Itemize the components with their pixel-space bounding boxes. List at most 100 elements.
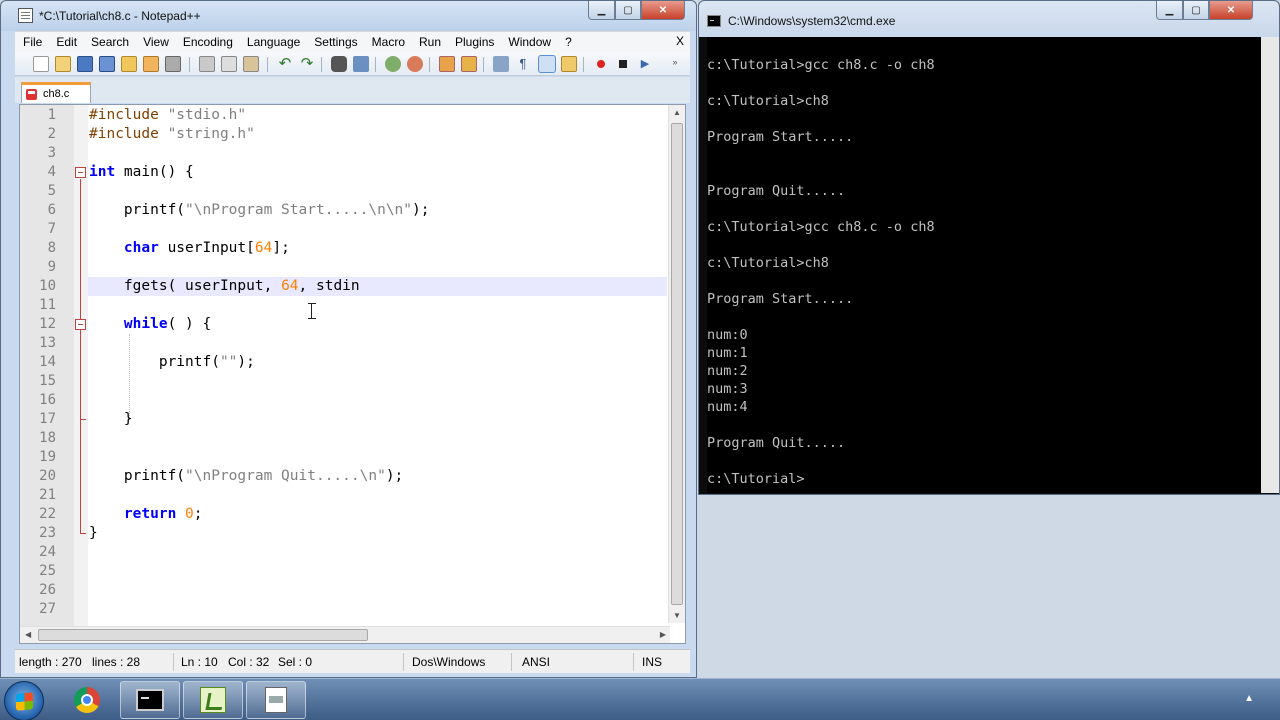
scroll-left-icon[interactable]: ◀	[25, 630, 31, 639]
zoom-in-icon[interactable]	[385, 56, 401, 72]
undo-icon[interactable]: ↶	[277, 56, 293, 72]
vertical-scroll-thumb[interactable]	[671, 123, 683, 605]
print-icon[interactable]	[165, 56, 181, 72]
status-divider	[511, 653, 512, 671]
fold-toggle-while[interactable]	[75, 319, 86, 330]
menu-search[interactable]: Search	[83, 35, 135, 49]
horizontal-scrollbar[interactable]: ◀ ▶	[20, 626, 670, 643]
minimize-button[interactable]: ▁	[588, 1, 615, 20]
line-number: 5	[47, 183, 56, 199]
tab-ch8c[interactable]: ch8.c	[21, 82, 91, 103]
zoom-out-icon[interactable]	[407, 56, 423, 72]
status-eol: Dos\Windows	[412, 655, 486, 669]
text-cursor-icon	[308, 303, 316, 319]
fold-end	[80, 419, 86, 420]
close-button[interactable]: ✕	[641, 1, 685, 20]
record-macro-icon[interactable]	[593, 56, 609, 72]
console-prompt: c:\Tutorial>	[707, 471, 805, 487]
taskbar-cmd[interactable]	[120, 681, 180, 719]
sync-vertical-icon[interactable]	[439, 56, 455, 72]
npp-titlebar[interactable]: *C:\Tutorial\ch8.c - Notepad++ ▁ ▢ ✕	[1, 1, 696, 31]
cut-icon[interactable]	[199, 56, 215, 72]
paste-icon[interactable]	[243, 56, 259, 72]
menu-edit[interactable]: Edit	[48, 35, 83, 49]
sync-horizontal-icon[interactable]	[461, 56, 477, 72]
status-encoding: ANSI	[522, 655, 551, 669]
scroll-up-icon[interactable]: ▲	[673, 108, 681, 117]
menu-view[interactable]: View	[135, 35, 175, 49]
document-icon	[265, 687, 287, 713]
cmd-scrollbar[interactable]	[1261, 37, 1279, 493]
console-line: c:\Tutorial>ch8	[707, 255, 829, 271]
fold-margin	[74, 105, 88, 643]
toolbar-overflow-icon[interactable]: »	[667, 56, 683, 72]
console-output[interactable]: c:\Tutorial>gcc ch8.c -o ch8 c:\Tutorial…	[707, 37, 1263, 493]
cmd-maximize-button[interactable]: ▢	[1183, 1, 1209, 20]
vertical-scrollbar[interactable]: ▲ ▼	[668, 105, 685, 623]
line-number: 27	[39, 601, 56, 617]
indent-guide-icon[interactable]	[538, 55, 556, 73]
fold-line	[80, 179, 81, 533]
menu-settings[interactable]: Settings	[306, 35, 363, 49]
play-macro-icon[interactable]: ▶	[637, 56, 653, 72]
horizontal-scroll-thumb[interactable]	[38, 629, 368, 641]
cmd-minimize-button[interactable]: ▁	[1156, 1, 1183, 20]
scroll-down-icon[interactable]: ▼	[673, 611, 681, 620]
show-all-characters-icon[interactable]: ¶	[515, 56, 531, 72]
menu-language[interactable]: Language	[239, 35, 306, 49]
menu-run[interactable]: Run	[411, 35, 447, 49]
menu-encoding[interactable]: Encoding	[175, 35, 239, 49]
new-file-icon[interactable]	[33, 56, 49, 72]
start-button[interactable]	[4, 681, 44, 720]
menu-macro[interactable]: Macro	[364, 35, 411, 49]
line-number: 11	[39, 297, 56, 313]
redo-icon[interactable]: ↷	[299, 56, 315, 72]
close-all-icon[interactable]	[143, 56, 159, 72]
open-file-icon[interactable]	[55, 56, 71, 72]
line-number: 23	[39, 525, 56, 541]
line-number: 22	[39, 506, 56, 522]
statusbar: length : 270 lines : 28 Ln : 10 Col : 32…	[15, 649, 690, 673]
menu-plugins[interactable]: Plugins	[447, 35, 500, 49]
taskbar-notepadpp[interactable]	[183, 681, 243, 719]
notepadpp-window: *C:\Tutorial\ch8.c - Notepad++ ▁ ▢ ✕ Fil…	[0, 0, 697, 678]
maximize-button[interactable]: ▢	[615, 1, 641, 20]
line-number: 19	[39, 449, 56, 465]
fold-toggle-main[interactable]	[75, 167, 86, 178]
show-hidden-icons-icon[interactable]: ▲	[1244, 693, 1254, 704]
console-line: num:2	[707, 363, 748, 379]
line-number: 12	[39, 316, 56, 332]
cmd-close-button[interactable]: ✕	[1209, 1, 1253, 20]
find-icon[interactable]	[331, 56, 347, 72]
close-document-button[interactable]: X	[676, 34, 684, 48]
replace-icon[interactable]	[353, 56, 369, 72]
stop-macro-icon[interactable]	[615, 56, 631, 72]
line-number: 6	[47, 202, 56, 218]
save-icon[interactable]	[77, 56, 93, 72]
taskbar-chrome[interactable]	[57, 681, 117, 719]
line-number: 25	[39, 563, 56, 579]
word-wrap-icon[interactable]	[493, 56, 509, 72]
console-line: c:\Tutorial>gcc ch8.c -o ch8	[707, 219, 935, 235]
line-number: 4	[47, 164, 56, 180]
close-file-icon[interactable]	[121, 56, 137, 72]
menu-window[interactable]: Window	[500, 35, 557, 49]
code-line-8: char userInput[64];	[123, 240, 290, 256]
line-number: 13	[39, 335, 56, 351]
console-line: num:3	[707, 381, 748, 397]
menu-file[interactable]: File	[15, 35, 48, 49]
line-number: 10	[39, 278, 56, 294]
menu-help[interactable]: ?	[557, 35, 578, 49]
line-number: 7	[47, 221, 56, 237]
console-line: num:4	[707, 399, 748, 415]
toolbar-separator	[267, 57, 268, 72]
scroll-right-icon[interactable]: ▶	[660, 630, 666, 639]
user-language-icon[interactable]	[561, 56, 577, 72]
save-all-icon[interactable]	[99, 56, 115, 72]
copy-icon[interactable]	[221, 56, 237, 72]
code-line-20: printf("\nProgram Quit.....\n");	[89, 468, 404, 484]
code-editor[interactable]: 1 2 3 4 5 6 7 8 9 10 11 12 13 14 15 16 1…	[19, 104, 686, 644]
taskbar-document[interactable]	[246, 681, 306, 719]
line-number: 8	[47, 240, 56, 256]
code-line-22: return 0;	[123, 506, 203, 522]
